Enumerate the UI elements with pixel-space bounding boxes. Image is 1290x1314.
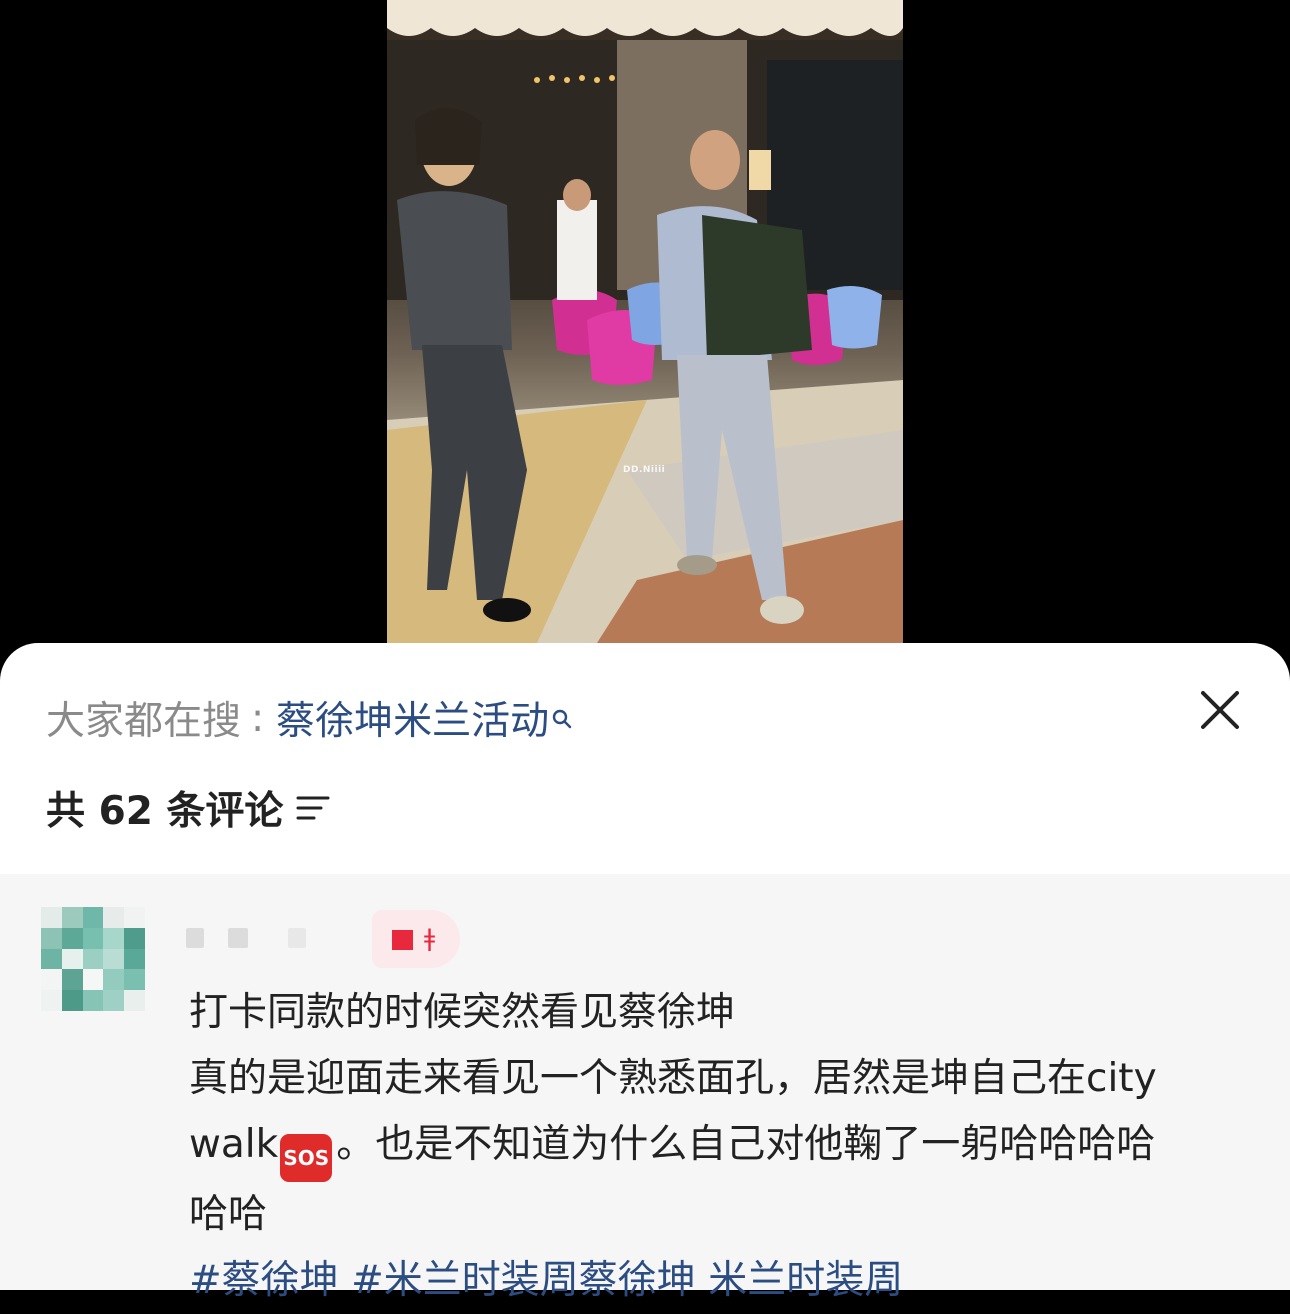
sos-emoji-icon: SOS: [280, 1134, 333, 1182]
trending-search-prefix: 大家都在搜: [46, 699, 242, 744]
close-icon[interactable]: [1196, 686, 1244, 734]
comments-count-header: 共 62 条评论: [46, 784, 331, 834]
video-frame[interactable]: DD.Niiii: [387, 0, 903, 643]
comment-line-3-start: walk: [189, 1122, 279, 1167]
sort-icon[interactable]: [295, 790, 331, 826]
badge-icon: ǂ: [372, 910, 460, 968]
search-icon[interactable]: [551, 695, 573, 729]
trending-search[interactable]: 大家都在搜 : 蔡徐坤米兰活动: [46, 694, 573, 744]
comment-text: 打卡同款的时候突然看见蔡徐坤 真的是迎面走来看见一个熟悉面孔，居然是坤自己在ci…: [189, 980, 1249, 1314]
video-area[interactable]: DD.Niiii: [0, 0, 1290, 660]
trending-search-term[interactable]: 蔡徐坤米兰活动: [276, 690, 549, 746]
trending-search-separator: :: [251, 695, 265, 741]
comment-tags: #蔡徐坤 #米兰时装周蔡徐坤 米兰时装周: [189, 1248, 1249, 1314]
video-watermark: DD.Niiii: [623, 465, 666, 475]
avatar[interactable]: [41, 907, 145, 1011]
hashtag-link[interactable]: #蔡徐坤: [189, 1258, 339, 1303]
comment-line-2: 真的是迎面走来看见一个熟悉面孔，居然是坤自己在city: [189, 1056, 1157, 1101]
comments-count-label: 共 62 条评论: [46, 789, 284, 834]
video-scene: [387, 0, 903, 643]
comment-line-4: 哈哈: [189, 1192, 268, 1237]
comment-line-3: walk SOS 。也是不知道为什么自己对他鞠了一躬哈哈哈哈: [189, 1112, 1249, 1182]
hashtag-link[interactable]: 米兰时装周: [708, 1258, 903, 1303]
hashtag-link[interactable]: #米兰时装周蔡徐坤: [351, 1258, 696, 1303]
comment-line-1: 打卡同款的时候突然看见蔡徐坤: [189, 990, 736, 1035]
username-redacted[interactable]: [186, 928, 316, 950]
comment-line-3-end: 。也是不知道为什么自己对他鞠了一躬哈哈哈哈: [336, 1122, 1156, 1167]
